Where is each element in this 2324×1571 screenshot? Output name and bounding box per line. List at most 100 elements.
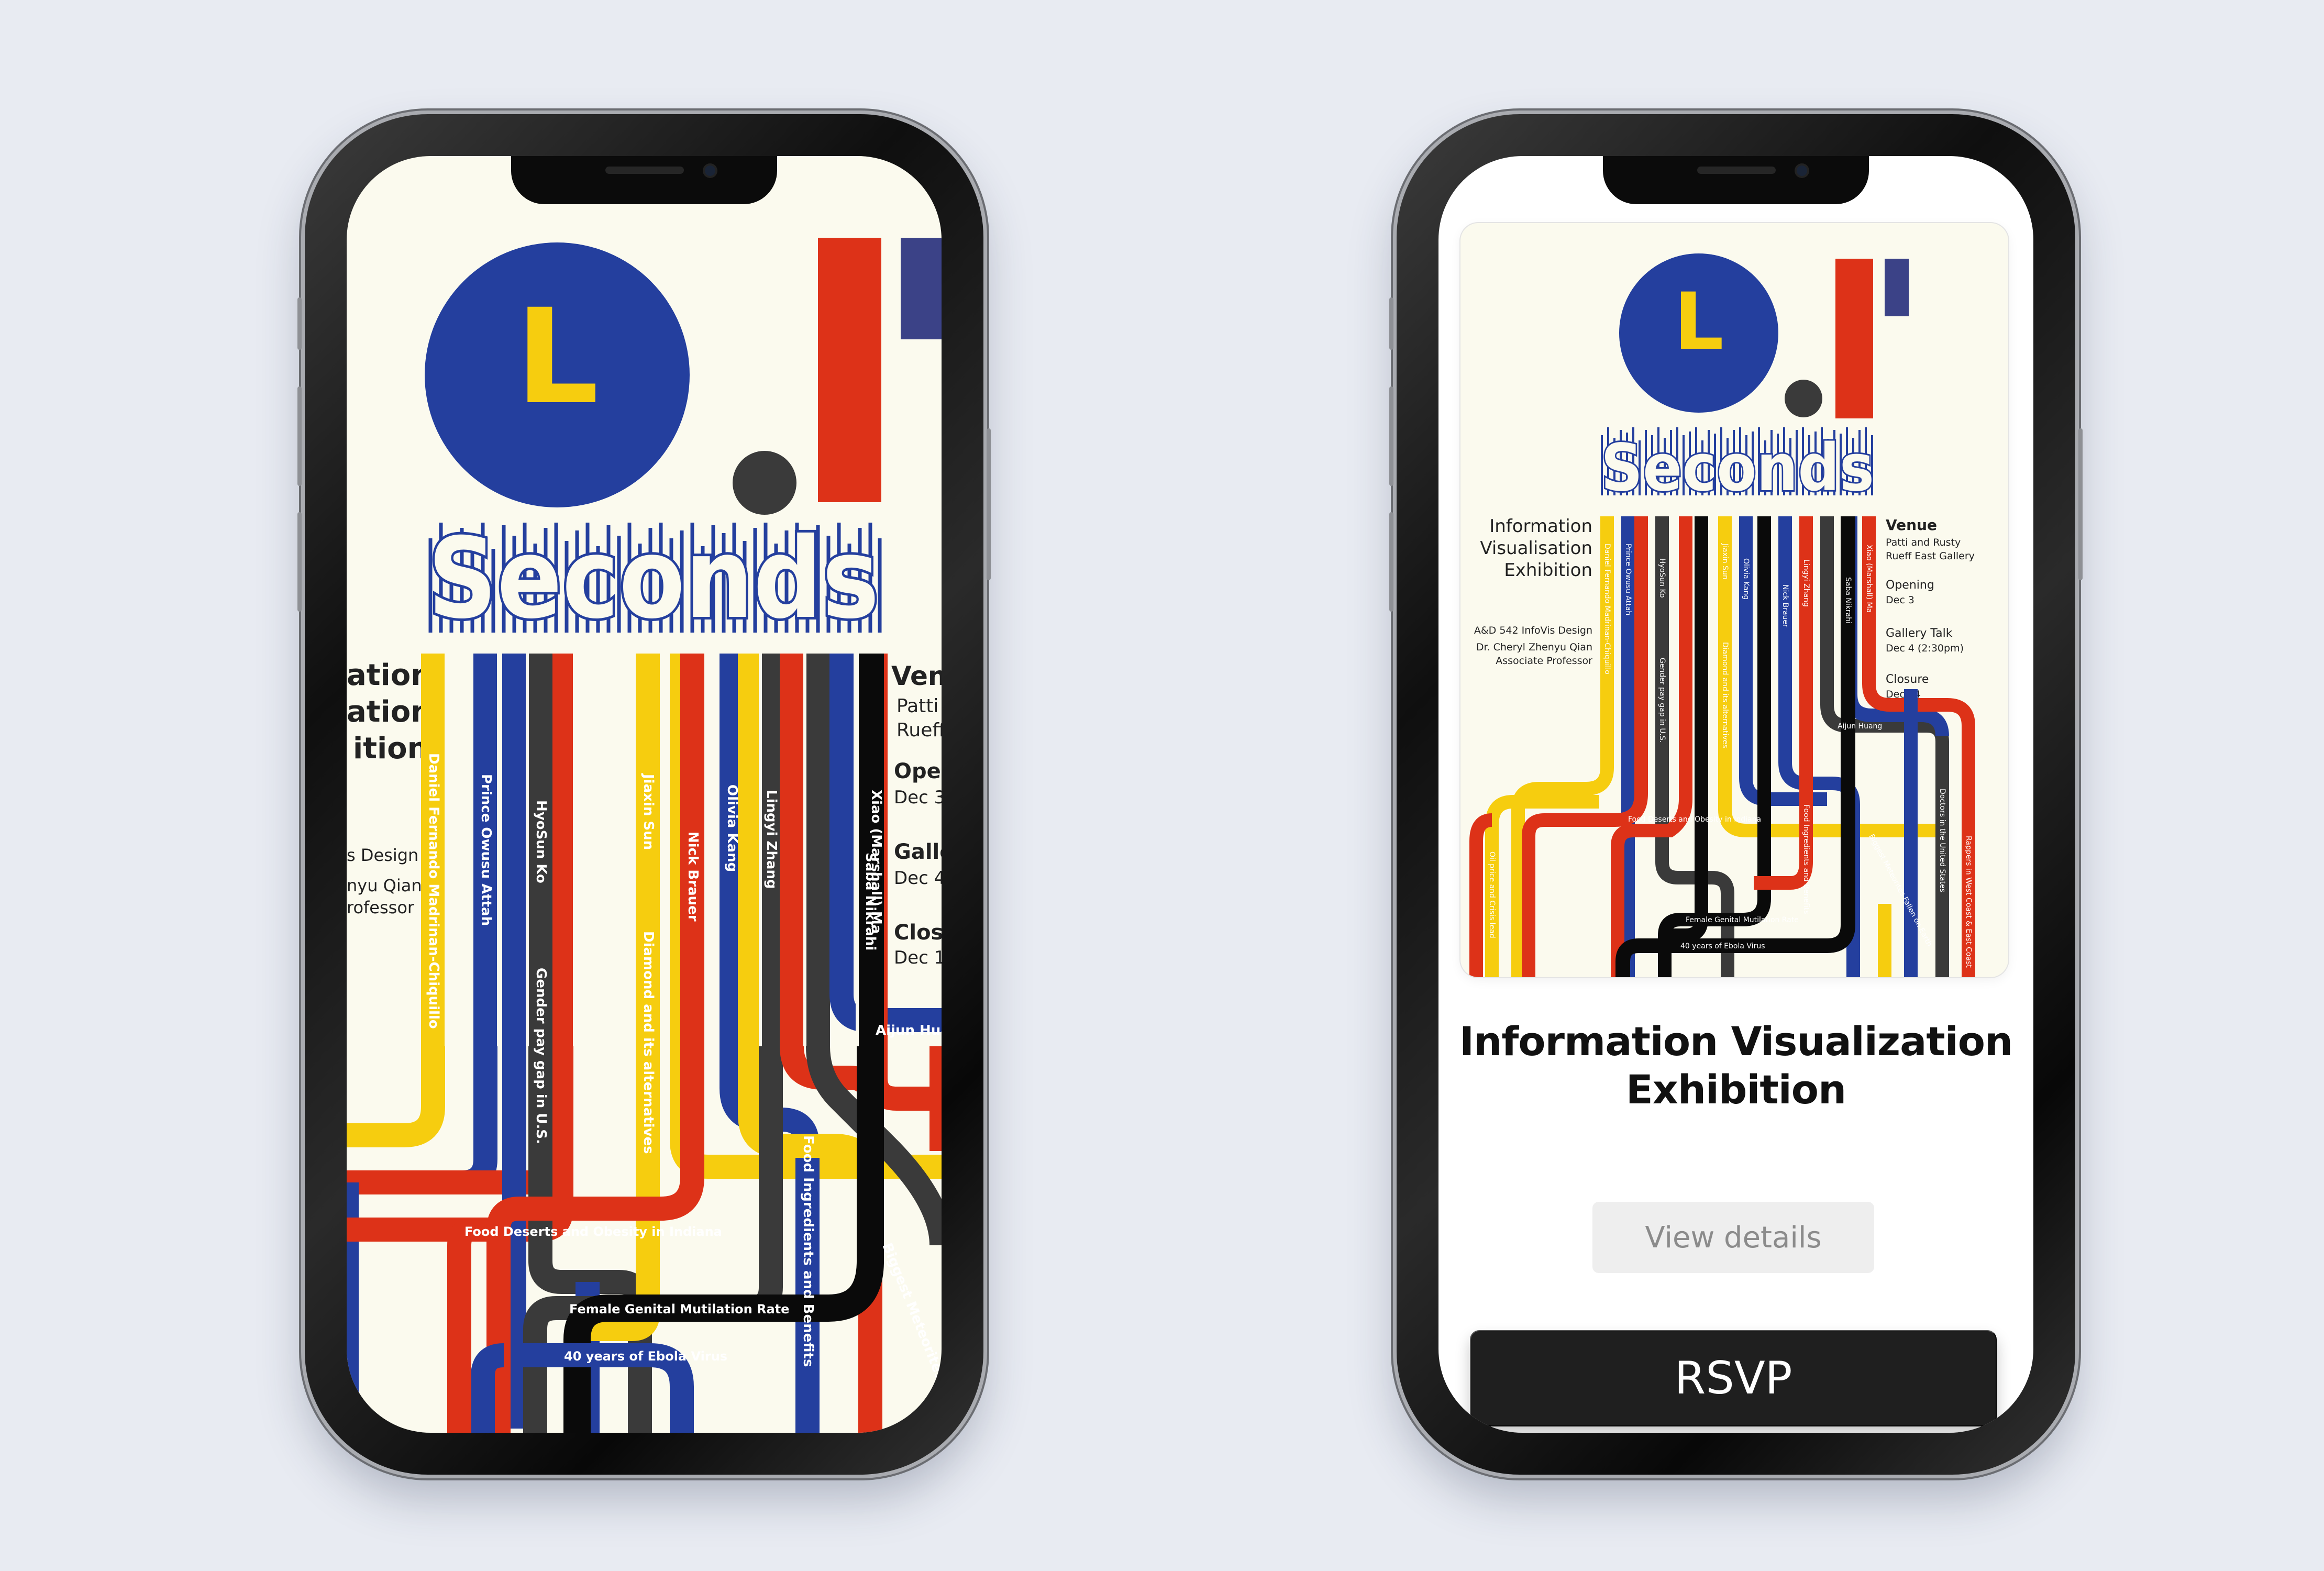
- view-details-button[interactable]: View details: [1592, 1202, 1874, 1273]
- closure-date-fragment: Dec 1: [894, 947, 942, 968]
- venue-fragment: Venu: [891, 661, 942, 691]
- station-olivia: Olivia Kang: [724, 784, 740, 872]
- station-jiaxin: Jiaxin Sun: [1721, 543, 1729, 580]
- front-camera: [1797, 165, 1807, 176]
- dot-circle: [1785, 380, 1822, 417]
- venue-line-2: Rueff East Gallery: [1886, 550, 1975, 562]
- seconds-wordmark: Seconds: [428, 514, 879, 643]
- station-xiao: Xiao (Marshall) Ma: [868, 790, 884, 934]
- opening-label: Opening: [1886, 579, 1934, 592]
- opening-fragment: Open: [894, 759, 942, 783]
- station-xiao: Xiao (Marshall) Ma: [1865, 545, 1873, 613]
- notch: [511, 156, 777, 204]
- venue-label: Venue: [1886, 516, 1937, 534]
- opening-date-fragment: Dec 3: [894, 787, 942, 808]
- topic-food-ingredients: Food Ingredients and Benefits: [800, 1135, 816, 1367]
- instructor-name: Dr. Cheryl Zhenyu Qian: [1476, 641, 1592, 653]
- talk-date: Dec 4 (2:30pm): [1886, 643, 1964, 654]
- station-daniel: Daniel Fernando Madrinan-Chiquillo: [1603, 544, 1611, 674]
- power-button: [2078, 428, 2083, 580]
- phone-left: L Seconds ation ation ition s Design nyu…: [297, 114, 991, 1475]
- station-hyosun: HyoSun Ko: [533, 800, 549, 883]
- screen-left: L Seconds ation ation ition s Design nyu…: [347, 156, 942, 1433]
- instructor-title: Associate Professor: [1496, 655, 1592, 667]
- clock-hand-letter: L: [1674, 276, 1724, 368]
- topic-gender: Gender pay gap in U.S.: [533, 968, 549, 1144]
- topic-ebola: 40 years of Ebola Virus: [564, 1349, 727, 1364]
- station-daniel: Daniel Fernando Madrinan-Chiquillo: [426, 753, 441, 1029]
- poster-full: L Seconds Information Visualisation Exhi…: [1469, 253, 1975, 977]
- station-nick: Nick Brauer: [685, 832, 701, 922]
- topic-meteorites: Biggest Meteorites Fallen on Earth: [879, 1241, 942, 1433]
- topic-fgm: Female Genital Mutilation Rate: [569, 1302, 789, 1316]
- volume-up-button: [297, 386, 302, 486]
- station-nick: Nick Brauer: [1781, 584, 1789, 627]
- volume-down-button: [297, 512, 302, 612]
- seconds-wordmark: Seconds: [1601, 430, 1874, 506]
- station-hyosun: HyoSun Ko: [1658, 558, 1666, 598]
- station-saba: Saba Nikrahi: [1844, 577, 1852, 624]
- station-lingyi: Lingyi Zhang: [1802, 559, 1810, 607]
- red-bar: [1835, 259, 1873, 418]
- topic-meteorites: Biggest Meteorites Fallen on Earth: [1867, 833, 1933, 948]
- navy-bar: [1885, 259, 1909, 316]
- station-aijun: Aijun Huang: [1838, 722, 1882, 731]
- title-fragment-2: ation: [347, 695, 431, 729]
- instructor-title-fragment: rofessor: [347, 898, 415, 917]
- dot-circle: [733, 451, 796, 515]
- topic-gender: Gender pay gap in U.S.: [1658, 658, 1666, 743]
- closure-label: Closure: [1886, 673, 1929, 686]
- station-prince: Prince Owusu Attah: [478, 774, 494, 926]
- venue-line2-fragment: Rueff: [897, 720, 942, 741]
- event-title-line-2: Exhibition: [1625, 1066, 1846, 1113]
- title-line-1: Information: [1489, 516, 1592, 537]
- talk-label: Gallery Talk: [1886, 627, 1953, 640]
- station-aijun: Aijun Huang: [876, 1023, 942, 1038]
- event-title: Information Visualization Exhibition: [1438, 1017, 2033, 1114]
- clock-hand-letter: L: [515, 281, 599, 433]
- gallery-fragment: Galle: [894, 840, 942, 864]
- front-camera: [705, 165, 715, 176]
- title-fragment-3: ition: [353, 732, 428, 766]
- station-olivia: Olivia Kang: [1742, 558, 1750, 600]
- topic-fgm: Female Genital Mutilation Rate: [1686, 916, 1799, 924]
- station-lingyi: Lingyi Zhang: [763, 790, 779, 889]
- closure-fragment: Closu: [894, 921, 942, 945]
- topic-food-deserts: Food Deserts and Obesity in Indiana: [1628, 815, 1761, 824]
- topic-doctors: Doctors in the United States: [1938, 789, 1946, 892]
- venue-line1-fragment: Patti a: [897, 695, 942, 717]
- title-fragment-1: ation: [347, 658, 431, 692]
- event-poster-card[interactable]: L Seconds Information Visualisation Exhi…: [1460, 223, 2008, 977]
- station-jiaxin: Jiaxin Sun: [640, 773, 656, 850]
- phone-right: L Seconds Information Visualisation Exhi…: [1389, 114, 2083, 1475]
- power-button: [987, 428, 991, 580]
- screen-right: L Seconds Information Visualisation Exhi…: [1438, 156, 2033, 1433]
- navy-bar: [901, 238, 942, 339]
- course-label: A&D 542 InfoVis Design: [1474, 625, 1592, 636]
- station-prince: Prince Owusu Attah: [1624, 544, 1632, 615]
- instructor-fragment: nyu Qian: [347, 876, 422, 895]
- topic-food-ingredients: Food Ingredients and Benefits: [1802, 804, 1810, 914]
- topic-diamond: Diamond and its alternatives: [1721, 642, 1729, 748]
- title-line-3: Exhibition: [1504, 560, 1592, 581]
- title-line-2: Visualisation: [1480, 538, 1592, 559]
- event-title-line-1: Information Visualization: [1459, 1018, 2013, 1065]
- volume-down-button: [1389, 512, 1393, 612]
- opening-date: Dec 3: [1886, 594, 1914, 606]
- speaker: [1697, 167, 1776, 174]
- red-bar: [818, 238, 881, 502]
- speaker: [605, 167, 684, 174]
- topic-rappers: Rappers in West Coast & East Coast: [1964, 836, 1973, 968]
- venue-line-1: Patti and Rusty: [1886, 537, 1961, 548]
- rsvp-button[interactable]: RSVP: [1470, 1330, 1997, 1426]
- gallery-date-fragment: Dec 4: [894, 868, 942, 889]
- notch: [1603, 156, 1869, 204]
- volume-up-button: [1389, 386, 1393, 486]
- poster-zoomed[interactable]: L Seconds ation ation ition s Design nyu…: [347, 156, 942, 1433]
- topic-oil: Oil price and Crisis lead: [1488, 851, 1496, 938]
- mute-switch: [297, 297, 302, 350]
- topic-ebola: 40 years of Ebola Virus: [1680, 942, 1765, 950]
- topic-diamond: Diamond and its alternatives: [640, 931, 656, 1154]
- topic-food-deserts: Food Deserts and Obesity in Indiana: [464, 1224, 722, 1239]
- course-fragment: s Design: [347, 845, 418, 865]
